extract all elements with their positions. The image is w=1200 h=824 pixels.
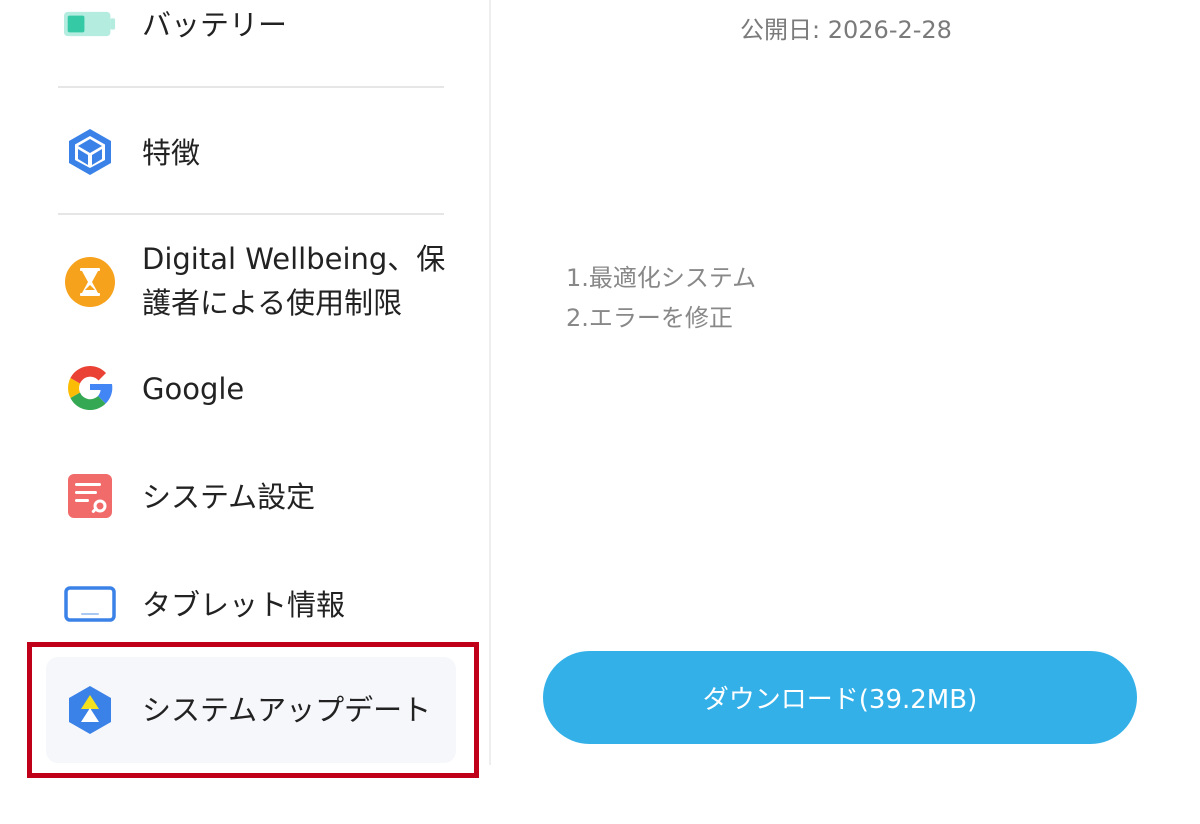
sidebar-item-label: バッテリー: [142, 8, 288, 42]
sidebar-item-system-settings[interactable]: システム設定: [46, 466, 456, 526]
sidebar-item-label: 特徴: [142, 136, 201, 170]
sidebar-item-google[interactable]: Google: [46, 358, 456, 418]
settings-sidebar: バッテリー 特徴 Digital Wellbeing、保 護者による使用制限 G…: [0, 0, 490, 824]
battery-icon: [64, 0, 116, 48]
sidebar-item-tablet-info[interactable]: タブレット情報: [46, 574, 456, 634]
divider: [58, 213, 444, 215]
sidebar-item-digital-wellbeing[interactable]: Digital Wellbeing、保 護者による使用制限: [46, 236, 456, 328]
publish-date: 公開日: 2026-2-28: [740, 16, 952, 44]
download-button[interactable]: ダウンロード(39.2MB): [543, 651, 1137, 744]
sidebar-item-label: 護者による使用制限: [142, 286, 403, 320]
sidebar-item-label: Google: [142, 372, 245, 406]
settings-document-icon: [64, 470, 116, 522]
release-notes: 1.最適化システム 2.エラーを修正: [566, 258, 756, 338]
system-update-panel: 公開日: 2026-2-28 1.最適化システム 2.エラーを修正 ダウンロード…: [492, 0, 1200, 824]
release-note-item: 2.エラーを修正: [566, 304, 733, 332]
pane-divider: [489, 0, 491, 765]
sidebar-item-label: システム設定: [142, 480, 316, 514]
google-icon: [64, 362, 116, 414]
release-note-item: 1.最適化システム: [566, 264, 757, 292]
sidebar-item-battery[interactable]: バッテリー: [46, 0, 456, 52]
divider: [58, 86, 444, 88]
sidebar-item-label: Digital Wellbeing、保: [142, 242, 446, 276]
sidebar-item-label: タブレット情報: [142, 588, 346, 622]
sidebar-item-features[interactable]: 特徴: [46, 122, 456, 184]
selection-highlight: [27, 642, 479, 778]
tablet-icon: [64, 578, 116, 630]
hourglass-icon: [64, 256, 116, 308]
cube-icon: [64, 126, 116, 178]
